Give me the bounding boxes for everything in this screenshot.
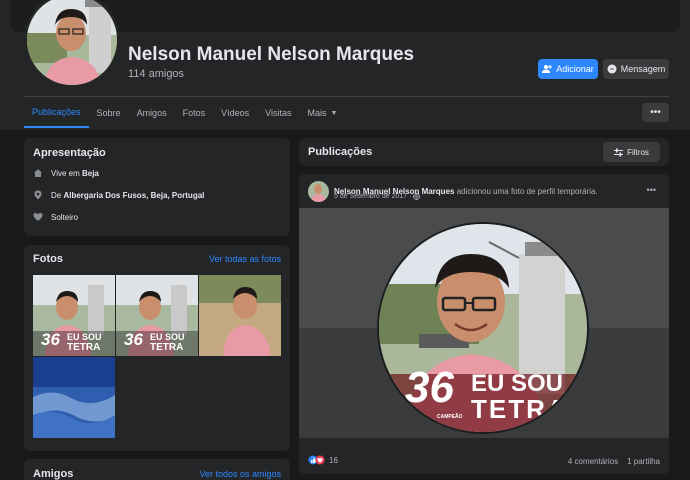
- messenger-icon: [607, 64, 617, 74]
- filters-label: Filtros: [627, 147, 649, 157]
- photo-thumbnail[interactable]: 36 EU SOU TETRA: [116, 275, 198, 356]
- intro-list: Vive em Beja De Albergaria Dos Fusos, Be…: [33, 162, 204, 228]
- post-action-text: adicionou uma foto de perfil temporária.: [454, 187, 598, 196]
- post-menu-button[interactable]: •••: [647, 185, 656, 195]
- globe-icon: [413, 193, 421, 200]
- intro-lives-prefix: Vive em: [51, 168, 82, 178]
- shares-count[interactable]: 1 partilha: [627, 457, 660, 466]
- avatar-image: [27, 0, 117, 85]
- intro-lives-place[interactable]: Beja: [82, 169, 99, 178]
- intro-from-row: De Albergaria Dos Fusos, Beja, Portugal: [33, 184, 204, 206]
- frame-overlay-eu-sou: EU SOU: [471, 370, 564, 397]
- photo-overlay-eu-sou: EU SOU: [150, 332, 185, 342]
- friends-count[interactable]: 114 amigos: [128, 68, 184, 80]
- message-label: Mensagem: [620, 64, 666, 74]
- more-options-button[interactable]: •••: [642, 103, 669, 122]
- engagement-counts: 4 comentários 1 partilha: [568, 457, 660, 466]
- photo-overlay-36: 36: [124, 330, 143, 349]
- tab-publicacoes[interactable]: Publicações: [24, 98, 89, 128]
- tab-mais[interactable]: Mais ▼: [299, 98, 345, 128]
- tab-visitas[interactable]: Visitas: [257, 98, 299, 128]
- photo-thumbnail[interactable]: [199, 275, 281, 356]
- filter-sliders-icon: [614, 148, 624, 156]
- intro-from-prefix: De: [51, 190, 64, 200]
- tab-fotos[interactable]: Fotos: [175, 98, 214, 128]
- filters-button[interactable]: Filtros: [603, 142, 660, 162]
- photo-overlay-eu-sou: EU SOU: [67, 332, 102, 342]
- photo-thumbnail[interactable]: 36 EU SOU TETRA: [33, 275, 115, 356]
- add-friend-button[interactable]: Adicionar: [538, 59, 598, 79]
- posts-header-card: Publicações Filtros: [299, 138, 669, 166]
- post-author-avatar[interactable]: [308, 181, 329, 202]
- photo-thumbnail[interactable]: [33, 357, 115, 438]
- home-icon: [33, 168, 43, 178]
- photo-overlay-36: 36: [41, 330, 60, 349]
- profile-frame-circle: 36 CAMPEÃO EU SOU TETRA: [377, 222, 589, 434]
- intro-status: Solteiro: [51, 212, 79, 222]
- heart-icon: [33, 212, 43, 222]
- intro-from-place[interactable]: Albergaria Dos Fusos, Beja, Portugal: [63, 191, 204, 200]
- add-person-icon: [542, 65, 553, 73]
- post-date[interactable]: 5 de Setembro de 2017 ·: [334, 193, 411, 200]
- frame-overlay-36: 36: [405, 363, 454, 412]
- reactions-count: 16: [329, 455, 338, 465]
- tab-amigos[interactable]: Amigos: [129, 98, 175, 128]
- profile-name: Nelson Manuel Nelson Marques: [128, 44, 415, 65]
- message-button[interactable]: Mensagem: [603, 59, 669, 79]
- intro-card: Apresentação Vive em Beja De Albergaria …: [24, 138, 290, 236]
- intro-from-text: De Albergaria Dos Fusos, Beja, Portugal: [51, 191, 204, 200]
- intro-status-row: Solteiro: [33, 206, 204, 228]
- location-pin-icon: [33, 190, 43, 200]
- see-all-photos-link[interactable]: Ver todas as fotos: [209, 254, 281, 264]
- comments-count[interactable]: 4 comentários: [568, 457, 618, 466]
- profile-avatar[interactable]: [24, 0, 120, 88]
- friends-card: Amigos Ver todos os amigos: [24, 459, 290, 480]
- posts-title: Publicações: [308, 146, 373, 158]
- see-all-friends-link[interactable]: Ver todos os amigos: [199, 469, 281, 479]
- friends-title[interactable]: Amigos: [33, 468, 73, 480]
- intro-lives-row: Vive em Beja: [33, 162, 204, 184]
- post-card: Nelson Manuel Nelson Marques adicionou u…: [299, 174, 669, 474]
- post-meta: 5 de Setembro de 2017 ·: [334, 193, 421, 200]
- post-photo[interactable]: 36 CAMPEÃO EU SOU TETRA: [299, 208, 669, 438]
- intro-lives-text: Vive em Beja: [51, 169, 99, 178]
- photo-overlay-tetra: TETRA: [150, 342, 184, 353]
- header-divider: [24, 96, 669, 97]
- photos-card: Fotos Ver todas as fotos 36 EU SOU TETRA…: [24, 245, 290, 451]
- photo-overlay-tetra: TETRA: [67, 342, 101, 353]
- frame-overlay-campeao: CAMPEÃO: [437, 414, 463, 420]
- reactions-summary[interactable]: 16: [308, 455, 338, 465]
- profile-header: Nelson Manuel Nelson Marques 114 amigos …: [0, 0, 690, 130]
- photos-title[interactable]: Fotos: [33, 253, 63, 265]
- add-friend-label: Adicionar: [556, 64, 594, 74]
- intro-title: Apresentação: [33, 147, 106, 159]
- caret-down-icon: ▼: [330, 109, 338, 117]
- tab-videos[interactable]: Vídeos: [213, 98, 257, 128]
- tab-mais-label: Mais: [307, 108, 327, 118]
- frame-overlay-tetra: TETRA: [471, 394, 568, 424]
- like-love-reactions-icon: [308, 455, 325, 465]
- profile-tabs: Publicações Sobre Amigos Fotos Vídeos Vi…: [24, 98, 345, 128]
- tab-sobre[interactable]: Sobre: [89, 98, 129, 128]
